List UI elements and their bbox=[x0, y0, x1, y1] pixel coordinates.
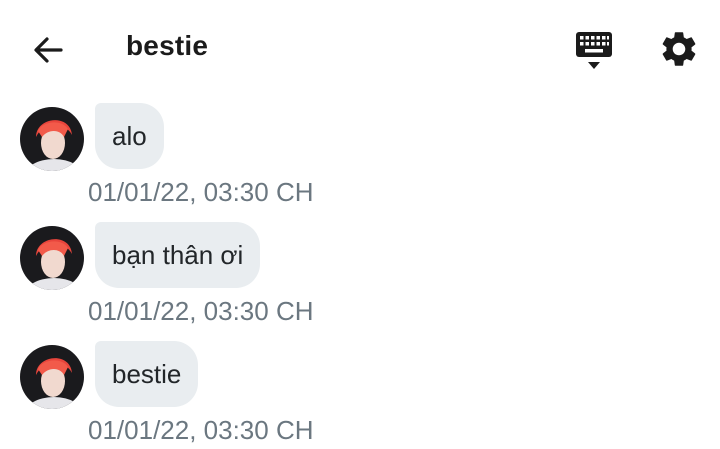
chat-title: bestie bbox=[126, 30, 209, 61]
keyboard-hide-icon bbox=[576, 32, 612, 69]
message-bubble[interactable]: alo bbox=[95, 103, 164, 169]
avatar[interactable] bbox=[20, 226, 84, 290]
settings-button[interactable] bbox=[658, 28, 700, 70]
message-timestamp: 01/01/22, 03:30 CH bbox=[88, 177, 314, 207]
avatar[interactable] bbox=[20, 345, 84, 409]
message-bubble[interactable]: bestie bbox=[95, 341, 199, 407]
message-timestamp: 01/01/22, 03:30 CH bbox=[88, 415, 314, 445]
arrow-left-icon bbox=[34, 37, 63, 63]
message-timestamp: 01/01/22, 03:30 CH bbox=[88, 296, 314, 326]
keyboard-toggle-button[interactable] bbox=[574, 30, 614, 72]
gear-icon bbox=[662, 32, 696, 66]
top-app-bar: bestie bbox=[0, 0, 720, 98]
back-button[interactable] bbox=[30, 32, 66, 68]
avatar[interactable] bbox=[20, 107, 84, 171]
message-bubble[interactable]: bạn thân ơi bbox=[95, 222, 261, 288]
